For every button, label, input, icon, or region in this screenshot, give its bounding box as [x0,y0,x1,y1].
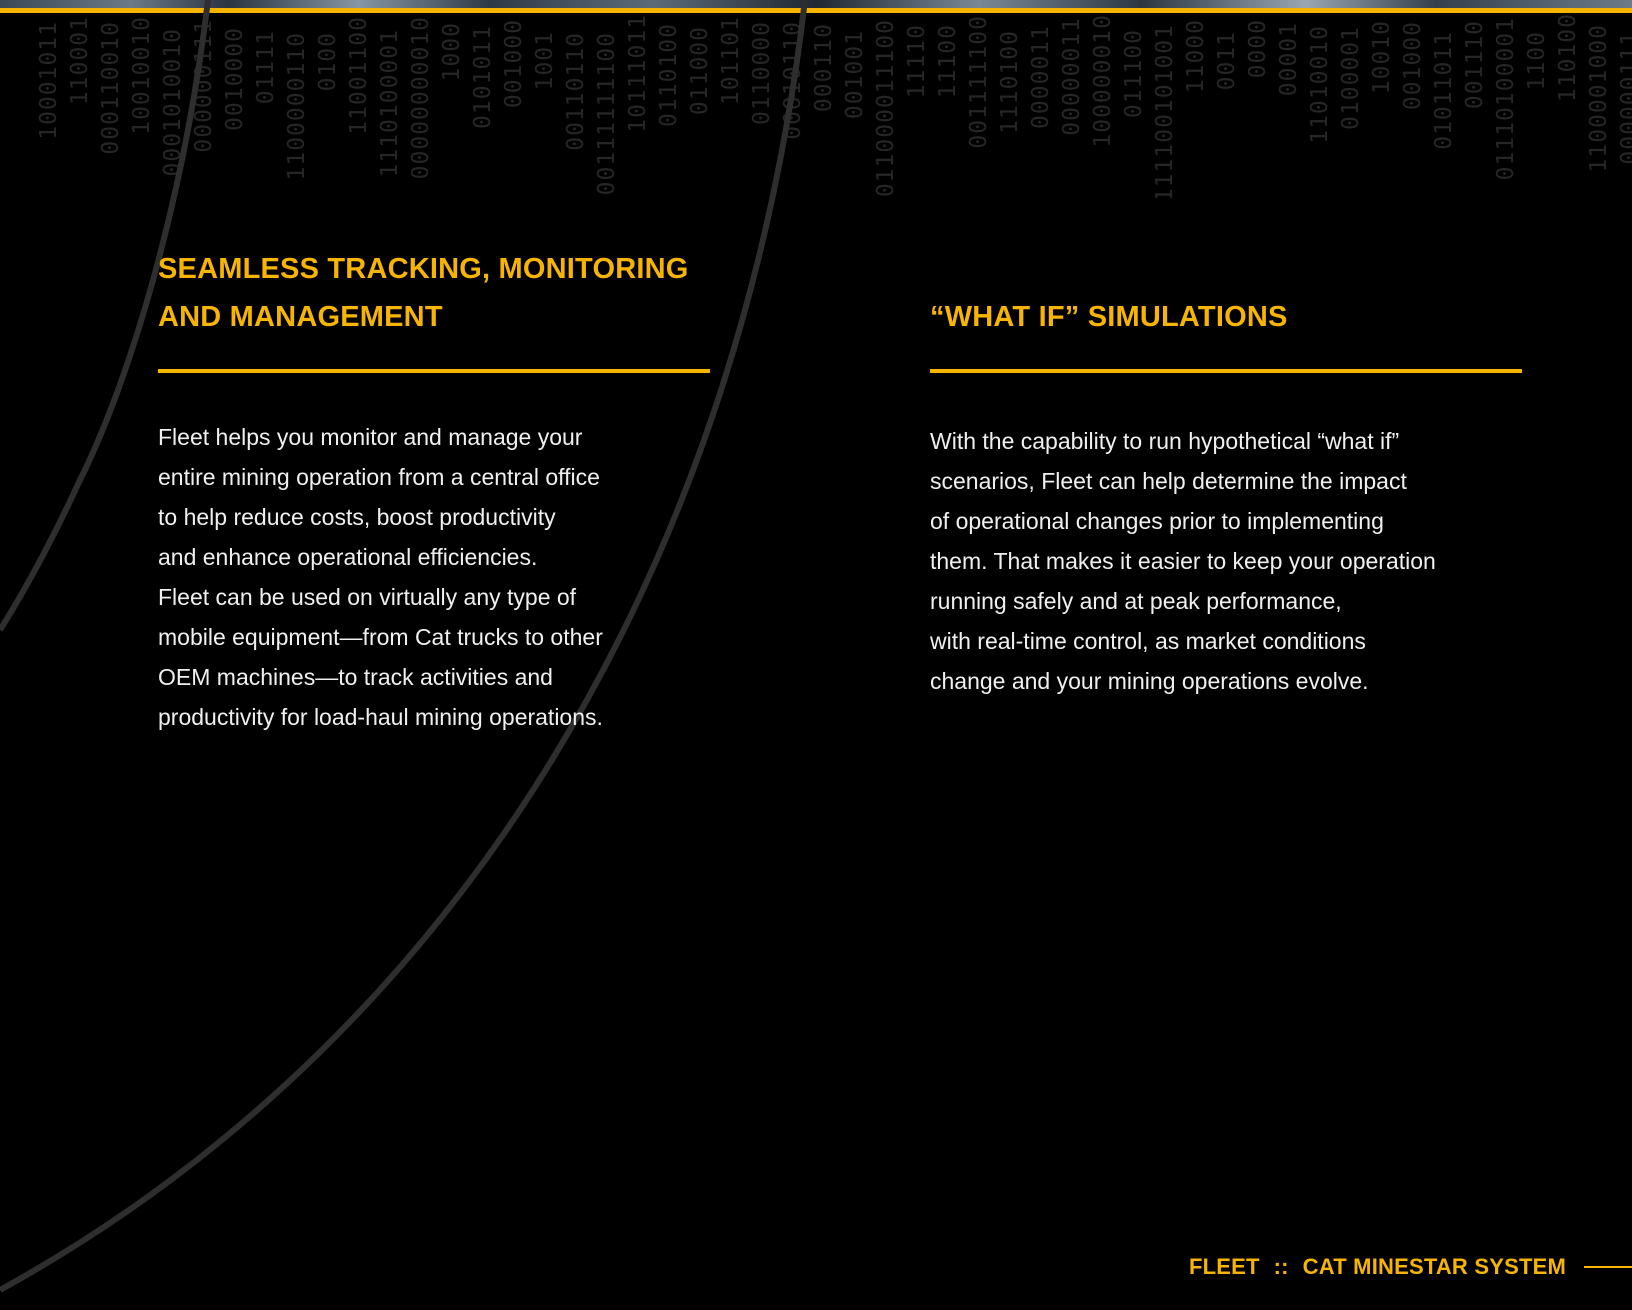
binary-column: 011000011100 [873,19,899,198]
binary-column: 01111 [253,30,279,105]
binary-column: 000110 [811,23,837,113]
header-photo-strip [0,0,1632,8]
page-footer: FLEET :: CAT MINESTAR SYSTEM [1189,1250,1632,1284]
footer-separator: :: [1273,1254,1289,1279]
binary-column: 0100001 [1338,26,1364,130]
binary-column: 011100 [1121,29,1147,119]
tracking-section-body: Fleet helps you monitor and manage your … [158,417,710,737]
binary-column: 1100000110 [284,32,310,181]
binary-column: 0011 [1214,31,1240,91]
binary-column: 00111111100 [594,32,620,196]
binary-column: 110001 [67,16,93,106]
binary-column: 0101011 [470,25,496,129]
section-divider [930,369,1522,373]
title-line: SEAMLESS TRACKING, MONITORING [158,253,689,285]
binary-column: 11000 [1183,19,1209,94]
body-line: Fleet can be used on virtually any type … [158,584,577,610]
binary-column: 10001011 [36,21,62,140]
binary-column: 1110100 [997,30,1023,134]
binary-column: 111100101001 [1152,24,1178,198]
binary-column: 0000 [1245,19,1271,79]
binary-column: 00001 [1276,22,1302,97]
binary-column: 0000011 [1028,25,1054,129]
body-line: of operational changes prior to implemen… [930,508,1384,534]
binary-column: 011000 [687,26,713,116]
body-line: scenarios, Fleet can help determine the … [930,468,1407,494]
simulations-section-body: With the capability to run hypothetical … [930,421,1522,701]
body-line: them. That makes it easier to keep your … [930,548,1436,574]
binary-column: 0010000 [222,27,248,131]
binary-column: 001001 [842,30,868,120]
binary-column: 01110100001 [1493,17,1519,181]
binary-column: 10010 [1369,20,1395,95]
header-accent-rule [0,8,1632,13]
binary-column: 001000 [1400,21,1426,111]
body-line: mobile equipment—from Cat trucks to othe… [158,624,603,650]
body-line: With the capability to run hypothetical … [930,428,1400,454]
body-line: to help reduce costs, boost productivity [158,504,556,530]
binary-column: 10111011 [625,14,651,133]
body-line: and enhance operational efficiencies. [158,544,538,570]
binary-column: 000110010 [98,21,124,155]
section-divider [158,369,710,373]
binary-code-background: 10001011 110001 000110010 10010010 000101001… [0,13,1632,198]
binary-column: 00000000010 [408,16,434,180]
body-line: OEM machines—to track activities and [158,664,553,690]
binary-column: 00000011 [1059,17,1085,136]
binary-column: 101101 [718,16,744,106]
binary-column: 00010110 [780,21,806,140]
title-line: AND MANAGEMENT [158,301,443,333]
footer-rule [1584,1266,1632,1268]
binary-column: 1110100001 [377,29,403,178]
binary-column: 00110110 [563,32,589,151]
binary-column: 001110 [1462,20,1488,110]
binary-column: 1000 [439,22,465,82]
binary-column: 11001100 [346,16,372,135]
binary-column: 11010010 [1307,25,1333,144]
binary-column: 110100 [1555,13,1581,103]
binary-column: 0110100 [656,23,682,127]
binary-column: 0100 [315,32,341,92]
binary-column: 0001010010 [160,28,186,177]
simulations-section-title: “WHAT IF” SIMULATIONS [930,301,1288,333]
binary-column: 1001 [532,31,558,91]
binary-column: 1100 [1524,31,1550,91]
footer-product: FLEET [1188,1254,1260,1279]
simulations-section: “WHAT IF” SIMULATIONS With the capabilit… [930,245,1522,701]
binary-column: 1100001000 [1586,24,1612,173]
body-line: Fleet helps you monitor and manage your [158,424,583,450]
body-line: entire mining operation from a central o… [158,464,600,490]
binary-column: 01011011 [1431,31,1457,150]
body-line: running safely and at peak performance, [930,588,1342,614]
binary-column: 000000111 [1617,31,1632,165]
binary-column: 11110 [904,24,930,99]
binary-column: 0110000 [749,21,775,125]
binary-column: 001000 [501,19,527,109]
binary-column: 100000010 [1090,14,1116,148]
binary-column: 11100 [935,24,961,99]
binary-column: 001111100 [966,15,992,149]
tracking-section: SEAMLESS TRACKING, MONITORING AND MANAGE… [158,245,710,737]
footer-system-name: CAT MINESTAR SYSTEM [1302,1254,1566,1279]
body-line: change and your mining operations evolve… [930,668,1369,694]
binary-column: 10010010 [129,16,155,135]
tracking-section-title: SEAMLESS TRACKING, MONITORING AND MANAGE… [158,245,710,341]
body-line: with real-time control, as market condit… [930,628,1366,654]
body-line: productivity for load-haul mining operat… [158,704,603,730]
binary-column: 000000111 [191,19,217,153]
